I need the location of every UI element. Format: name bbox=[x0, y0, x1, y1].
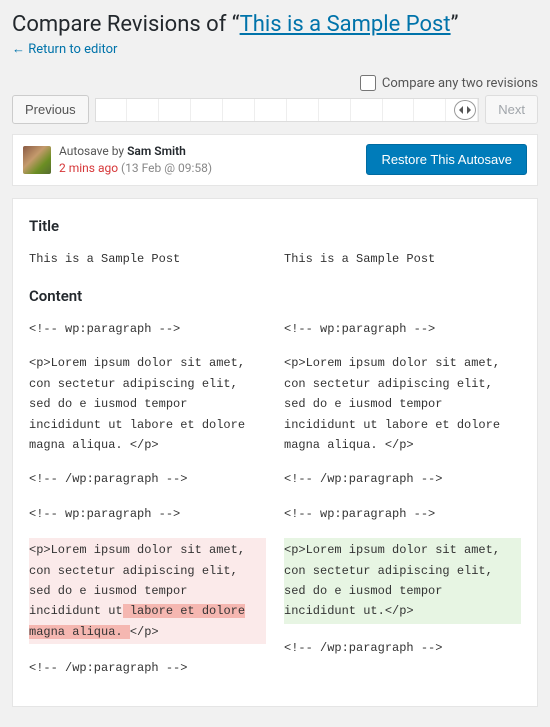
code-line: <!-- wp:paragraph --> bbox=[29, 504, 266, 524]
slider-tick bbox=[159, 99, 191, 121]
revision-date: (13 Feb @ 09:58) bbox=[118, 161, 212, 175]
avatar bbox=[23, 146, 51, 174]
title-value-right: This is a Sample Post bbox=[284, 249, 521, 269]
code-line: <!-- /wp:paragraph --> bbox=[29, 658, 266, 678]
title-prefix: Compare Revisions of “ bbox=[12, 12, 240, 37]
time-ago: 2 mins ago bbox=[59, 161, 118, 175]
restore-autosave-button[interactable]: Restore This Autosave bbox=[366, 144, 527, 175]
revision-meta-text: Autosave by Sam Smith 2 mins ago (13 Feb… bbox=[59, 143, 358, 177]
code-line: <p>Lorem ipsum dolor sit amet, con secte… bbox=[29, 353, 266, 455]
code-line: <!-- wp:paragraph --> bbox=[284, 504, 521, 524]
return-to-editor-link[interactable]: ← Return to editor bbox=[12, 41, 117, 57]
compare-any-label: Compare any two revisions bbox=[382, 76, 538, 91]
code-line: <!-- /wp:paragraph --> bbox=[284, 638, 521, 658]
deleted-block: <p>Lorem ipsum dolor sit amet, con secte… bbox=[29, 538, 266, 644]
previous-button[interactable]: Previous bbox=[12, 95, 89, 124]
revision-meta: Autosave by Sam Smith 2 mins ago (13 Feb… bbox=[12, 134, 538, 186]
slider-tick bbox=[351, 99, 383, 121]
slider-tick bbox=[414, 99, 446, 121]
post-title-link[interactable]: This is a Sample Post bbox=[240, 12, 451, 37]
slider-tick bbox=[223, 99, 255, 121]
diff-title-heading: Title bbox=[29, 217, 521, 235]
code-line: </p> bbox=[130, 625, 159, 639]
diff-left-content: <!-- wp:paragraph --> <p>Lorem ipsum dol… bbox=[29, 319, 266, 692]
compare-any-checkbox[interactable] bbox=[360, 75, 376, 91]
code-line: <p>Lorem ipsum dolor sit amet, con secte… bbox=[284, 353, 521, 455]
code-line: <!-- wp:paragraph --> bbox=[29, 319, 266, 339]
revision-slider-row: Previous Next bbox=[12, 95, 538, 124]
page-title: Compare Revisions of “This is a Sample P… bbox=[12, 12, 538, 37]
code-line: <!-- /wp:paragraph --> bbox=[29, 469, 266, 489]
title-suffix: ” bbox=[451, 12, 459, 37]
slider-tick bbox=[191, 99, 223, 121]
diff-content-heading: Content bbox=[29, 287, 521, 305]
slider-tick bbox=[255, 99, 287, 121]
code-line: <!-- wp:paragraph --> bbox=[284, 319, 521, 339]
author-name: Sam Smith bbox=[127, 144, 186, 158]
revision-slider[interactable] bbox=[95, 98, 480, 122]
slider-tick bbox=[319, 99, 351, 121]
slider-handle[interactable] bbox=[454, 100, 476, 120]
diff-panel: Title This is a Sample Post This is a Sa… bbox=[12, 198, 538, 708]
inserted-block: <p>Lorem ipsum dolor sit amet, con secte… bbox=[284, 538, 521, 624]
slider-tick bbox=[383, 99, 415, 121]
slider-tick bbox=[96, 99, 128, 121]
title-value-left: This is a Sample Post bbox=[29, 249, 266, 269]
next-button: Next bbox=[485, 95, 538, 124]
diff-right-title: This is a Sample Post bbox=[284, 249, 521, 283]
diff-left-title: This is a Sample Post bbox=[29, 249, 266, 283]
slider-tick bbox=[287, 99, 319, 121]
diff-right-content: <!-- wp:paragraph --> <p>Lorem ipsum dol… bbox=[284, 319, 521, 692]
slider-tick bbox=[127, 99, 159, 121]
code-line: <!-- /wp:paragraph --> bbox=[284, 469, 521, 489]
autosave-by-label: Autosave by bbox=[59, 144, 127, 158]
compare-any-row: Compare any two revisions bbox=[12, 75, 538, 91]
